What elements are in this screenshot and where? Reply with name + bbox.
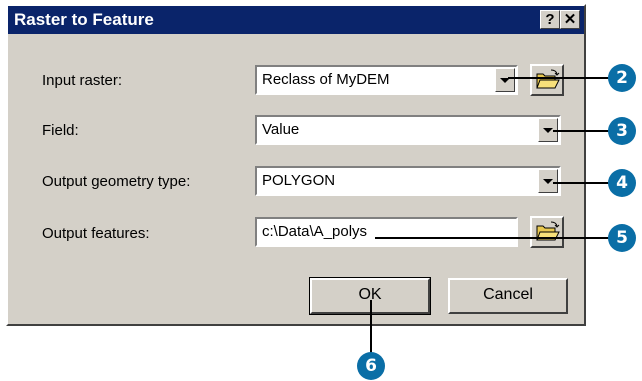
callout-5-leader — [375, 237, 610, 239]
input-raster-browse-button[interactable] — [530, 64, 564, 96]
geometry-type-combo[interactable]: POLYGON — [255, 166, 561, 196]
field-value: Value — [262, 121, 300, 138]
callout-5: 5 — [608, 224, 636, 252]
callout-2-leader — [508, 77, 610, 79]
output-features-browse-button[interactable] — [530, 216, 564, 248]
geometry-type-dropdown-icon[interactable] — [538, 169, 558, 193]
callout-4: 4 — [608, 169, 636, 197]
raster-to-feature-dialog: Raster to Feature ? ✕ Input raster: Recl… — [6, 4, 586, 326]
cancel-button[interactable]: Cancel — [448, 278, 568, 314]
geometry-type-value: POLYGON — [262, 172, 336, 189]
output-features-value: c:\Data\A_polys — [262, 223, 368, 240]
output-features-input[interactable]: c:\Data\A_polys — [255, 217, 518, 247]
callout-4-leader — [553, 182, 610, 184]
callout-6: 6 — [357, 352, 385, 380]
folder-open-icon — [536, 221, 560, 241]
help-button[interactable]: ? — [540, 10, 560, 29]
callout-3: 3 — [608, 117, 636, 145]
input-raster-value: Reclass of MyDEM — [262, 71, 390, 88]
input-raster-combo[interactable]: Reclass of MyDEM — [255, 65, 518, 95]
callout-6-leader — [370, 300, 372, 354]
folder-open-icon — [536, 69, 560, 89]
callout-2: 2 — [608, 64, 636, 92]
input-raster-dropdown-icon[interactable] — [495, 68, 515, 92]
output-features-label: Output features: — [42, 225, 150, 242]
field-label: Field: — [42, 122, 79, 139]
title-bar[interactable]: Raster to Feature ? ✕ — [8, 6, 584, 34]
geometry-type-label: Output geometry type: — [42, 173, 191, 190]
dialog-title: Raster to Feature — [14, 10, 154, 29]
callout-3-leader — [553, 130, 610, 132]
close-button[interactable]: ✕ — [560, 10, 580, 29]
input-raster-label: Input raster: — [42, 72, 123, 89]
field-combo[interactable]: Value — [255, 115, 561, 145]
